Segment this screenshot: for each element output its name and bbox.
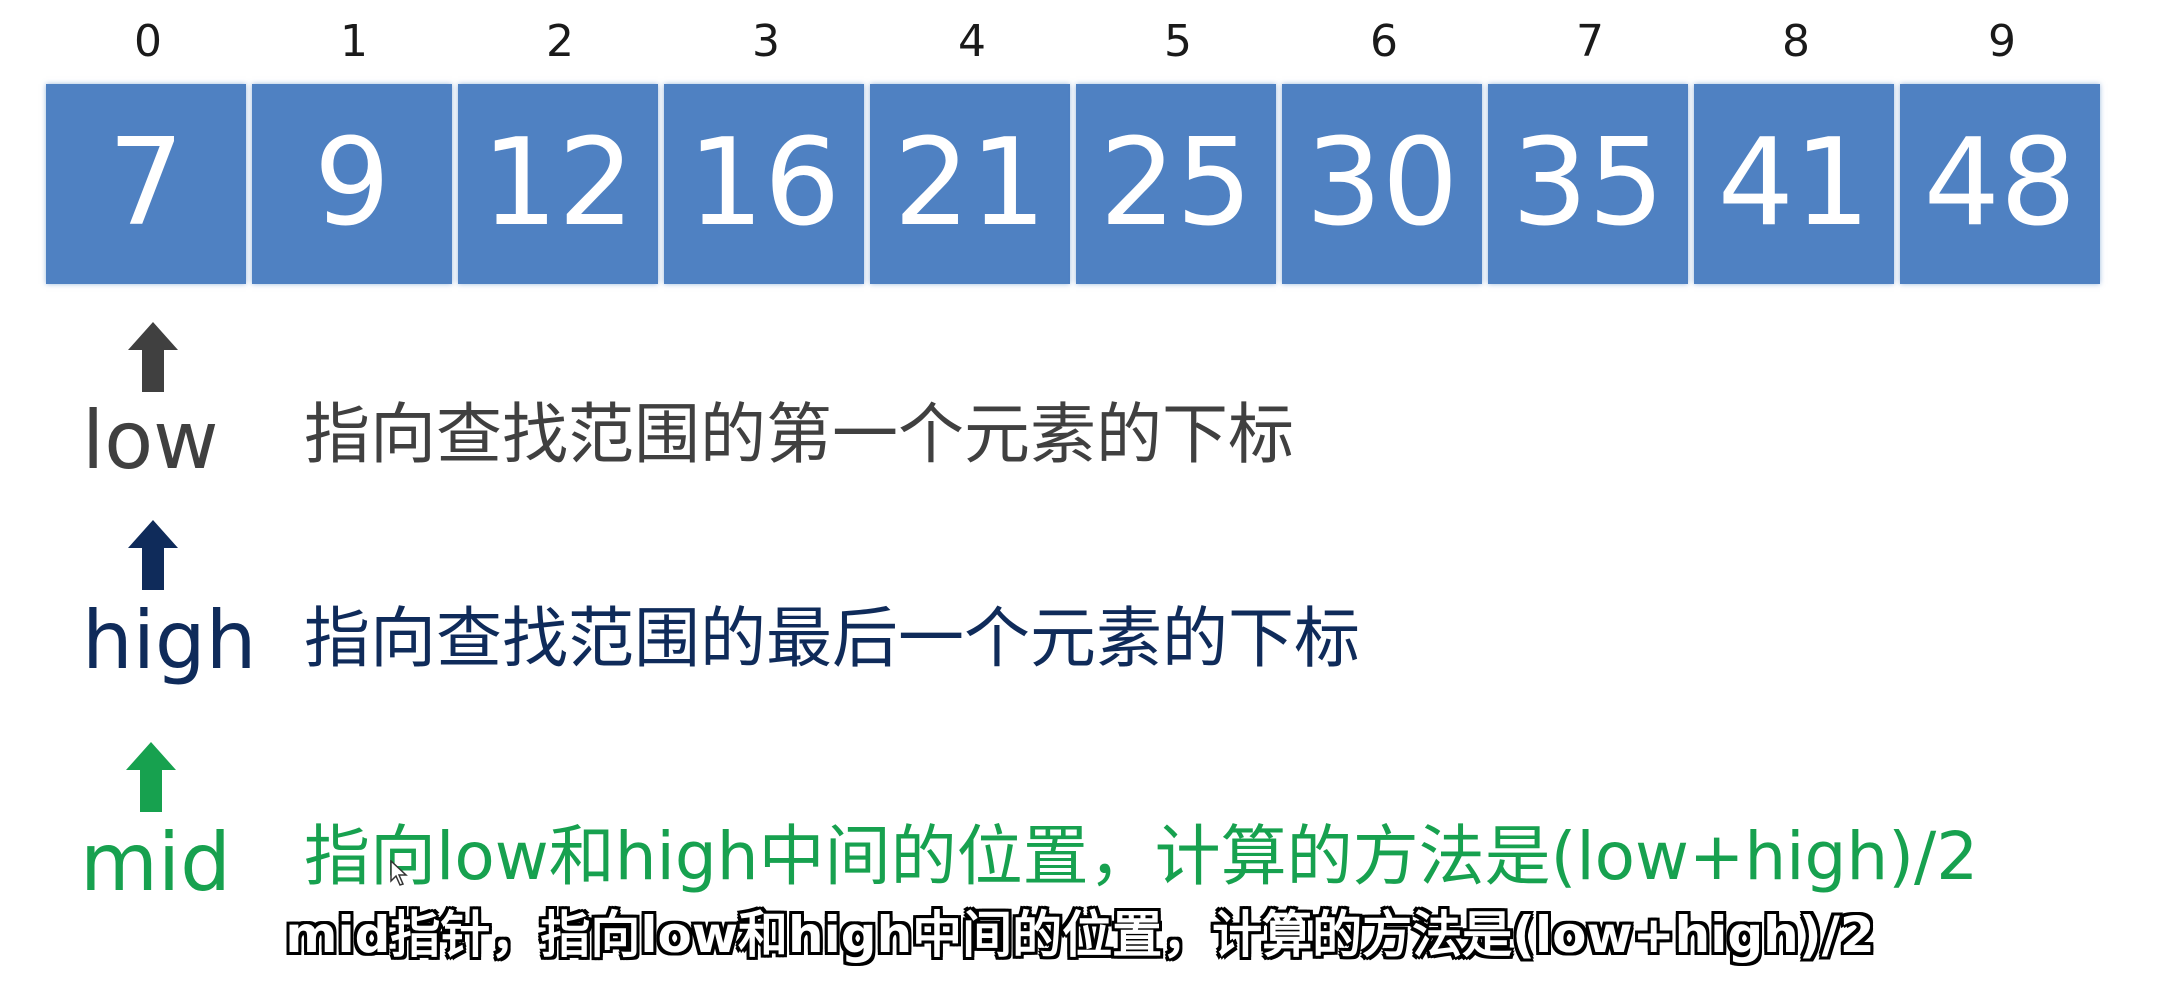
index-label: 6: [1370, 16, 1398, 67]
index-label: 9: [1988, 16, 2016, 67]
index-label: 1: [340, 16, 368, 67]
index-label: 8: [1782, 16, 1810, 67]
index-row: 0 1 2 3 4 5 6 7 8 9: [46, 12, 2110, 72]
index-label: 2: [546, 16, 574, 67]
low-up-arrow-icon: [128, 322, 178, 392]
mid-description: 指向low和high中间的位置，计算的方法是(low+high)/2: [304, 818, 1979, 895]
video-subtitle: mid指针，指向low和high中间的位置，计算的方法是(low+high)/2: [285, 906, 1875, 964]
index-label: 0: [134, 16, 162, 67]
array-cell: 7: [46, 84, 246, 284]
index-label: 4: [958, 16, 986, 67]
array-cell: 21: [870, 84, 1070, 284]
high-up-arrow-icon: [128, 520, 178, 590]
index-label: 7: [1576, 16, 1604, 67]
high-description: 指向查找范围的最后一个元素的下标: [304, 600, 1360, 677]
array-cell: 41: [1694, 84, 1894, 284]
mid-label: mid: [80, 816, 231, 909]
index-label: 5: [1164, 16, 1192, 67]
array-cells: 7 9 12 16 21 25 30 35 41 48: [46, 84, 2110, 284]
low-description: 指向查找范围的第一个元素的下标: [304, 396, 1294, 473]
mouse-cursor-icon: [390, 859, 408, 886]
array-cell: 12: [458, 84, 658, 284]
array-cell: 16: [664, 84, 864, 284]
mid-up-arrow-icon: [126, 742, 176, 812]
index-label: 3: [752, 16, 780, 67]
array-cell: 9: [252, 84, 452, 284]
array-cell: 25: [1076, 84, 1276, 284]
array-cell: 48: [1900, 84, 2100, 284]
array-cell: 35: [1488, 84, 1688, 284]
high-label: high: [82, 594, 257, 687]
array-cell: 30: [1282, 84, 1482, 284]
low-label: low: [82, 394, 219, 487]
